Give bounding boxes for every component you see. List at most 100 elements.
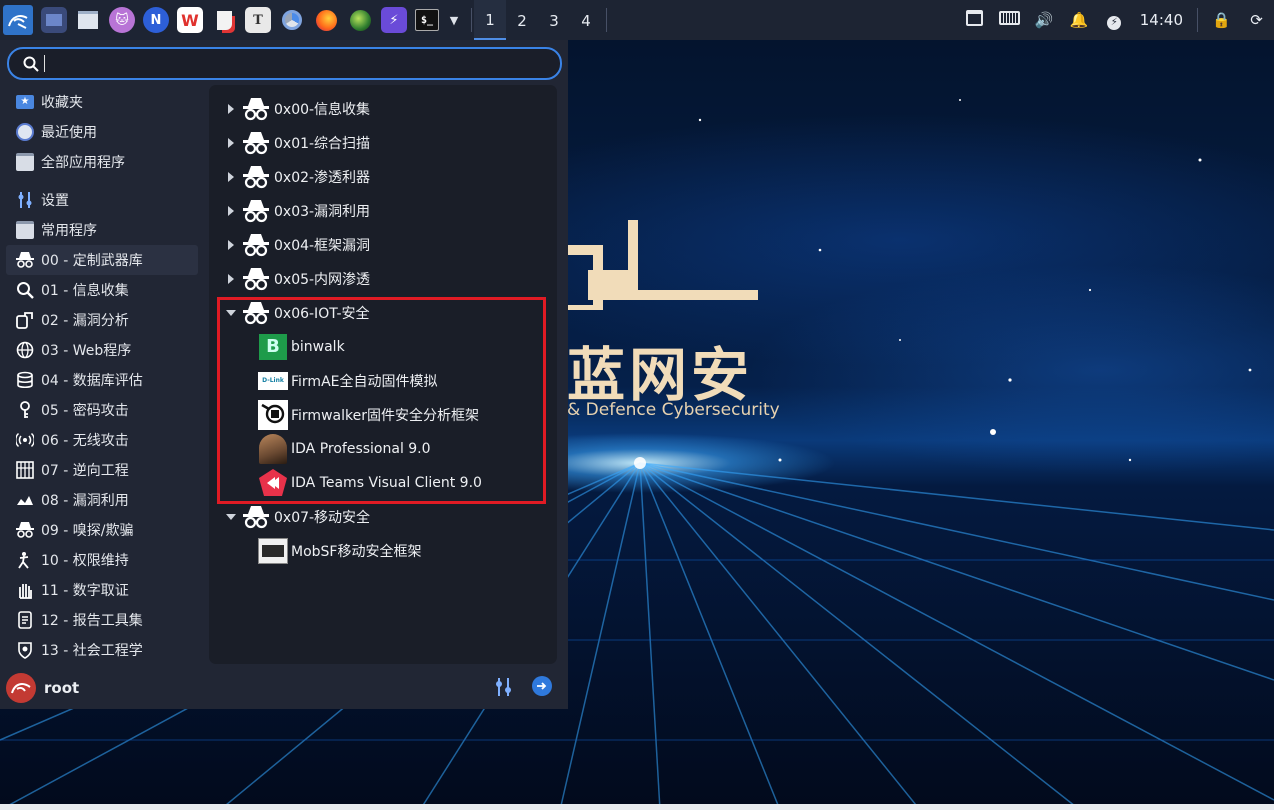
category-11-forensics[interactable]: 11 - 数字取证 — [6, 575, 198, 605]
folder-label: 0x07-移动安全 — [274, 510, 371, 526]
spy-icon — [240, 263, 272, 295]
desktop-button[interactable] — [41, 7, 67, 33]
wps-button[interactable]: W — [177, 7, 203, 33]
category-13-social-engineering[interactable]: 13 - 社会工程学 — [6, 635, 198, 665]
launcher-chevron-button[interactable]: ▼ — [447, 7, 461, 33]
folder-0x00[interactable]: 0x00-信息收集 — [209, 92, 370, 126]
category-02-vuln-analysis[interactable]: 02 - 漏洞分析 — [6, 305, 198, 335]
category-07-reverse-engineering[interactable]: 07 - 逆向工程 — [6, 455, 198, 485]
category-all-apps[interactable]: 全部应用程序 — [6, 147, 198, 177]
expand-arrow-icon — [224, 272, 238, 286]
notifications-button[interactable]: 🔔 — [1062, 11, 1097, 29]
category-05-password-attacks[interactable]: 05 - 密码攻击 — [6, 395, 198, 425]
spy-icon — [240, 229, 272, 261]
document-viewer-icon — [216, 10, 232, 30]
globe-tool-button[interactable] — [347, 7, 373, 33]
all-apps-icon — [14, 151, 36, 173]
category-03-web-apps[interactable]: 03 - Web程序 — [6, 335, 198, 365]
folder-label: 0x00-信息收集 — [274, 102, 371, 118]
spy-icon — [240, 127, 272, 159]
category-sidebar: ★ 收藏夹 最近使用 全部应用程序 设置 常用程序 00 - 定制武器库 01 -… — [6, 87, 198, 665]
folder-0x03[interactable]: 0x03-漏洞利用 — [209, 194, 370, 228]
keyboard-button[interactable] — [992, 11, 1027, 29]
taskbar: 🐱 N W T ⚡ $_ ▼ 1 2 3 4 🔊 🔔 ⚡ 14:40 🔒 ⟳ — [0, 0, 1274, 40]
workspace-2[interactable]: 2 — [506, 1, 538, 39]
category-10-persistence[interactable]: 10 - 权限维持 — [6, 545, 198, 575]
window-list-button[interactable] — [957, 10, 992, 30]
folder-0x01[interactable]: 0x01-综合扫描 — [209, 126, 370, 160]
workspace-3[interactable]: 3 — [538, 1, 570, 39]
category-recent[interactable]: 最近使用 — [6, 117, 198, 147]
cat-app-button[interactable]: 🐱 — [109, 7, 135, 33]
restart-button[interactable]: ⟳ — [1239, 11, 1274, 29]
search-input[interactable] — [7, 47, 562, 80]
category-label: 12 - 报告工具集 — [41, 613, 143, 629]
text-editor-icon: T — [253, 12, 263, 28]
n-browser-button[interactable]: N — [143, 7, 169, 33]
file-manager-button[interactable] — [75, 7, 101, 33]
burp-button[interactable]: ⚡ — [381, 7, 407, 33]
collapse-arrow-icon — [224, 510, 238, 524]
database-icon — [14, 369, 36, 391]
spy-icon — [240, 93, 272, 125]
firefox-button[interactable] — [313, 7, 339, 33]
recent-icon — [14, 121, 36, 143]
persistence-icon — [14, 549, 36, 571]
cat-icon: 🐱 — [115, 12, 129, 28]
firefox-icon — [315, 9, 337, 31]
category-label: 09 - 嗅探/欺骗 — [41, 523, 134, 539]
burp-icon: ⚡ — [389, 12, 399, 28]
chevron-down-icon: ▼ — [449, 13, 459, 27]
power-manager-button[interactable]: ⚡ — [1097, 11, 1132, 30]
n-browser-icon: N — [150, 12, 162, 28]
text-editor-button[interactable]: T — [245, 7, 271, 33]
notification-bell-icon: 🔔 — [1069, 11, 1089, 29]
spy-icon — [14, 249, 36, 271]
chrome-button[interactable] — [279, 7, 305, 33]
mobsf-icon — [257, 535, 289, 567]
clock[interactable]: 14:40 — [1132, 11, 1191, 29]
folder-0x04[interactable]: 0x04-框架漏洞 — [209, 228, 370, 262]
category-01-info-gathering[interactable]: 01 - 信息收集 — [6, 275, 198, 305]
terminal-button[interactable]: $_ — [415, 9, 439, 31]
spy-icon — [240, 161, 272, 193]
expand-arrow-icon — [224, 170, 238, 184]
star-folder-icon: ★ — [14, 91, 36, 113]
category-09-sniffing-spoofing[interactable]: 09 - 嗅探/欺骗 — [6, 515, 198, 545]
category-common-apps[interactable]: 常用程序 — [6, 215, 198, 245]
category-00-custom-arsenal[interactable]: 00 - 定制武器库 — [6, 245, 198, 275]
category-label: 13 - 社会工程学 — [41, 643, 143, 659]
category-12-reporting[interactable]: 12 - 报告工具集 — [6, 605, 198, 635]
menu-footer: root — [0, 669, 568, 709]
folder-0x02[interactable]: 0x02-渗透利器 — [209, 160, 370, 194]
lock-screen-button[interactable]: 🔒 — [1204, 11, 1239, 29]
category-label: 最近使用 — [41, 125, 97, 141]
app-mobsf[interactable]: MobSF移动安全框架 — [257, 534, 421, 568]
report-icon — [14, 609, 36, 631]
category-settings[interactable]: 设置 — [6, 185, 198, 215]
category-favorites[interactable]: ★ 收藏夹 — [6, 87, 198, 117]
workspace-4[interactable]: 4 — [570, 1, 602, 39]
kali-menu-button[interactable] — [3, 5, 33, 35]
category-label: 设置 — [41, 193, 69, 209]
category-08-exploitation[interactable]: 08 - 漏洞利用 — [6, 485, 198, 515]
logout-button[interactable] — [532, 676, 552, 696]
workspace-1[interactable]: 1 — [474, 0, 506, 40]
expand-arrow-icon — [224, 136, 238, 150]
folder-0x05[interactable]: 0x05-内网渗透 — [209, 262, 370, 296]
category-label: 01 - 信息收集 — [41, 283, 129, 299]
document-viewer-button[interactable] — [211, 7, 237, 33]
volume-button[interactable]: 🔊 — [1027, 11, 1062, 29]
settings-manager-button[interactable] — [494, 677, 514, 701]
folder-label: 0x04-框架漏洞 — [274, 238, 371, 254]
expand-arrow-icon — [224, 102, 238, 116]
category-06-wireless[interactable]: 06 - 无线攻击 — [6, 425, 198, 455]
taskbar-separator — [1197, 8, 1198, 32]
category-04-database[interactable]: 04 - 数据库评估 — [6, 365, 198, 395]
common-apps-icon — [14, 219, 36, 241]
avatar[interactable] — [6, 673, 36, 703]
folder-0x07[interactable]: 0x07-移动安全 — [209, 500, 370, 534]
keyboard-icon — [998, 11, 1020, 25]
spy-icon — [240, 195, 272, 227]
kali-dragon-icon — [11, 683, 31, 694]
